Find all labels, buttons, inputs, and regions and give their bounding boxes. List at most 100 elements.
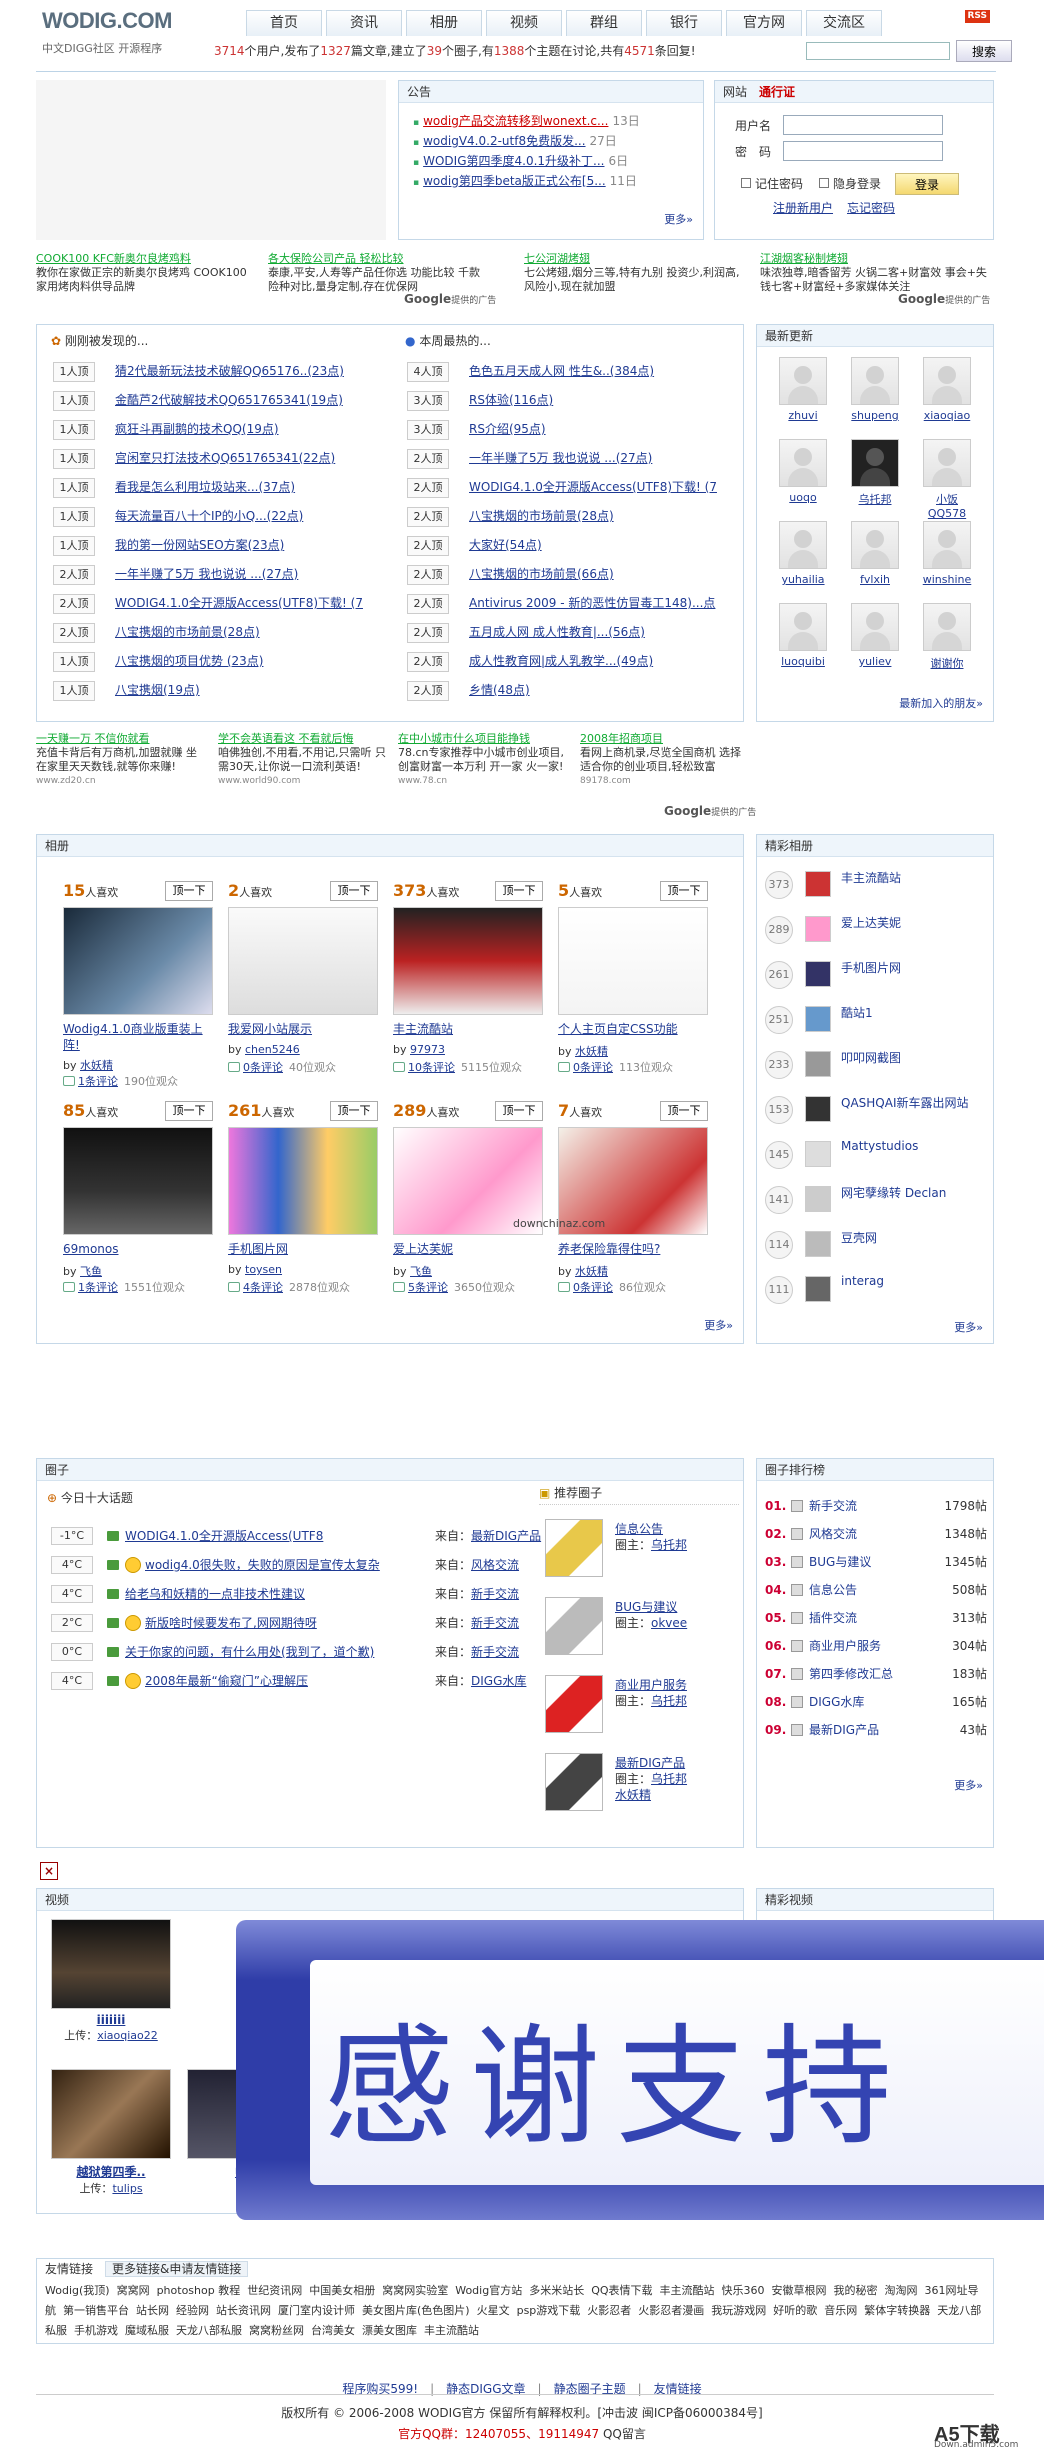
group-link[interactable]: 最新DIG产品 xyxy=(809,1719,879,1741)
friend-link[interactable]: 经验网 xyxy=(176,2304,209,2317)
qq-message-link[interactable]: QQ留言 xyxy=(603,2427,646,2441)
user-name-link[interactable]: shupeng xyxy=(845,409,905,422)
dig-count-badge[interactable]: 2人顶 xyxy=(407,478,449,498)
user-name-link[interactable]: 乌托邦 xyxy=(845,491,905,507)
friend-link[interactable]: 丰主流酷站 xyxy=(660,2284,715,2297)
comment-link[interactable]: 5条评论 xyxy=(408,1281,448,1294)
nav-bank[interactable]: 银行 xyxy=(646,10,722,36)
user-avatar-card[interactable]: 乌托邦 xyxy=(845,439,905,507)
video-thumbnail[interactable] xyxy=(51,2069,171,2159)
friend-link[interactable]: Wodig官方站 xyxy=(455,2284,522,2297)
dig-button[interactable]: 顶一下 xyxy=(165,881,213,901)
friend-link[interactable]: 安徽草根网 xyxy=(772,2284,827,2297)
comment-link[interactable]: 0条评论 xyxy=(573,1281,613,1294)
dig-count-badge[interactable]: 2人顶 xyxy=(407,536,449,556)
avatar[interactable] xyxy=(923,357,971,405)
album-thumbnail[interactable] xyxy=(393,907,543,1015)
featured-link[interactable]: 豆壳网 xyxy=(841,1229,877,1246)
dig-count-badge[interactable]: 2人顶 xyxy=(407,681,449,701)
dig-count-badge[interactable]: 1人顶 xyxy=(53,478,95,498)
group-link[interactable]: 商业用户服务 xyxy=(809,1635,881,1657)
featured-link[interactable]: 手机图片网 xyxy=(841,959,901,976)
featured-thumbnail[interactable] xyxy=(805,1186,831,1212)
user-avatar-card[interactable]: 小饭QQ578 xyxy=(917,439,977,520)
hot-link[interactable]: WODIG4.1.0全开源版Access(UTF8)下载! (7 xyxy=(469,480,717,494)
dig-count-badge[interactable]: 2人顶 xyxy=(53,594,95,614)
group-name-link[interactable]: 最新DIG产品 xyxy=(615,1756,685,1770)
avatar[interactable] xyxy=(851,439,899,487)
register-link[interactable]: 注册新用户 xyxy=(773,199,833,216)
album-thumbnail[interactable] xyxy=(228,1127,378,1235)
dig-button[interactable]: 顶一下 xyxy=(495,1101,543,1121)
dig-count-badge[interactable]: 2人顶 xyxy=(407,449,449,469)
notice-link[interactable]: WODIG第四季度4.0.1升级补丁... xyxy=(423,154,604,168)
friend-link[interactable]: 窝窝网实验室 xyxy=(382,2284,448,2297)
friend-link[interactable]: QQ表情下载 xyxy=(591,2284,652,2297)
user-avatar-card[interactable]: winshine xyxy=(917,521,977,586)
source-link[interactable]: 新手交流 xyxy=(471,1587,519,1601)
group-name-link[interactable]: BUG与建议 xyxy=(615,1600,677,1614)
album-title-link[interactable]: Wodig4.1.0商业版重装上阵! xyxy=(63,1022,203,1052)
friend-link[interactable]: 世纪资讯网 xyxy=(247,2284,302,2297)
group-icon[interactable] xyxy=(545,1597,603,1655)
hot-link[interactable]: 金酷芦2代破解技术QQ651765341(19点) xyxy=(115,393,343,407)
comment-link[interactable]: 4条评论 xyxy=(243,1281,283,1294)
uploader-link[interactable]: xiaoqiao22 xyxy=(97,2029,158,2042)
ad-title-link[interactable]: COOK100 KFC新奥尔良烤鸡料 xyxy=(36,252,256,266)
owner-link[interactable]: 乌托邦 xyxy=(651,1694,687,1708)
featured-link[interactable]: QASHQAI新车露出网站 xyxy=(841,1094,969,1111)
group-icon[interactable] xyxy=(545,1675,603,1733)
friend-link[interactable]: 中国美女相册 xyxy=(309,2284,375,2297)
hot-link[interactable]: 八宝携烟的项目优势 (23点) xyxy=(115,654,263,668)
friend-link[interactable]: 火影忍者漫画 xyxy=(638,2304,704,2317)
password-input[interactable] xyxy=(783,141,943,161)
friend-link[interactable]: 快乐360 xyxy=(722,2284,765,2297)
username-input[interactable] xyxy=(783,115,943,135)
hot-link[interactable]: 色色五月天成人网 性生&..(384点) xyxy=(469,364,654,378)
newest-more-link[interactable]: 最新加入的朋友» xyxy=(899,695,983,711)
hot-link[interactable]: 宫闲室只打法技术QQ651765341(22点) xyxy=(115,451,335,465)
featured-link[interactable]: 爱上达芙妮 xyxy=(841,914,901,931)
featured-thumbnail[interactable] xyxy=(805,1051,831,1077)
hot-link[interactable]: 八宝携烟的市场前景(28点) xyxy=(469,509,614,523)
featured-thumbnail[interactable] xyxy=(805,1096,831,1122)
dig-count-badge[interactable]: 2人顶 xyxy=(407,652,449,672)
friend-link[interactable]: 好听的歌 xyxy=(773,2304,817,2317)
friend-link[interactable]: 站长资讯网 xyxy=(216,2304,271,2317)
featured-link[interactable]: Mattystudios xyxy=(841,1139,918,1153)
close-icon[interactable]: × xyxy=(40,1862,58,1880)
friend-link[interactable]: 音乐网 xyxy=(824,2304,857,2317)
group-link[interactable]: DIGG水库 xyxy=(809,1691,864,1713)
source-link[interactable]: 新手交流 xyxy=(471,1616,519,1630)
friend-link[interactable]: 丰主流酷站 xyxy=(424,2324,479,2337)
topic-link[interactable]: WODIG4.1.0全开源版Access(UTF8 xyxy=(125,1523,323,1549)
album-title-link[interactable]: 个人主页自定CSS功能 xyxy=(558,1022,678,1036)
featured-thumbnail[interactable] xyxy=(805,1006,831,1032)
nav-album[interactable]: 相册 xyxy=(406,10,482,36)
album-thumbnail[interactable] xyxy=(558,907,708,1015)
uploader-link[interactable]: tulips xyxy=(112,2182,142,2195)
owner-link-2[interactable]: 水妖精 xyxy=(615,1788,651,1802)
hot-link[interactable]: 看我是怎么利用垃圾站来...(37点) xyxy=(115,480,295,494)
source-link[interactable]: 新手交流 xyxy=(471,1645,519,1659)
group-link[interactable]: 第四季修改汇总 xyxy=(809,1663,893,1685)
avatar[interactable] xyxy=(779,357,827,405)
topic-link[interactable]: 关于你家的问题，有什么用处(我到了，道个歉) xyxy=(125,1639,374,1665)
author-link[interactable]: chen5246 xyxy=(245,1043,300,1056)
group-link[interactable]: 风格交流 xyxy=(809,1523,857,1545)
hot-link[interactable]: 每天流量百八十个IP的小Q...(22点) xyxy=(115,509,303,523)
user-name-link[interactable]: winshine xyxy=(917,573,977,586)
source-link[interactable]: 最新DIG产品 xyxy=(471,1529,541,1543)
friend-link[interactable]: 第一销售平台 xyxy=(63,2304,129,2317)
notice-link[interactable]: wodig第四季beta版正式公布[5... xyxy=(423,174,606,188)
ad-title-link[interactable]: 2008年招商项目 xyxy=(580,732,750,746)
author-link[interactable]: 水妖精 xyxy=(575,1045,608,1058)
friend-link[interactable]: 繁体字转换器 xyxy=(864,2304,930,2317)
featured-thumbnail[interactable] xyxy=(805,1276,831,1302)
search-input[interactable] xyxy=(806,42,950,60)
author-link[interactable]: 水妖精 xyxy=(575,1265,608,1278)
album-title-link[interactable]: 丰主流酷站 xyxy=(393,1022,453,1036)
album-title-link[interactable]: 养老保险靠得住吗? xyxy=(558,1242,660,1256)
user-name-link[interactable]: xiaoqiao xyxy=(917,409,977,422)
group-link[interactable]: 插件交流 xyxy=(809,1607,857,1629)
